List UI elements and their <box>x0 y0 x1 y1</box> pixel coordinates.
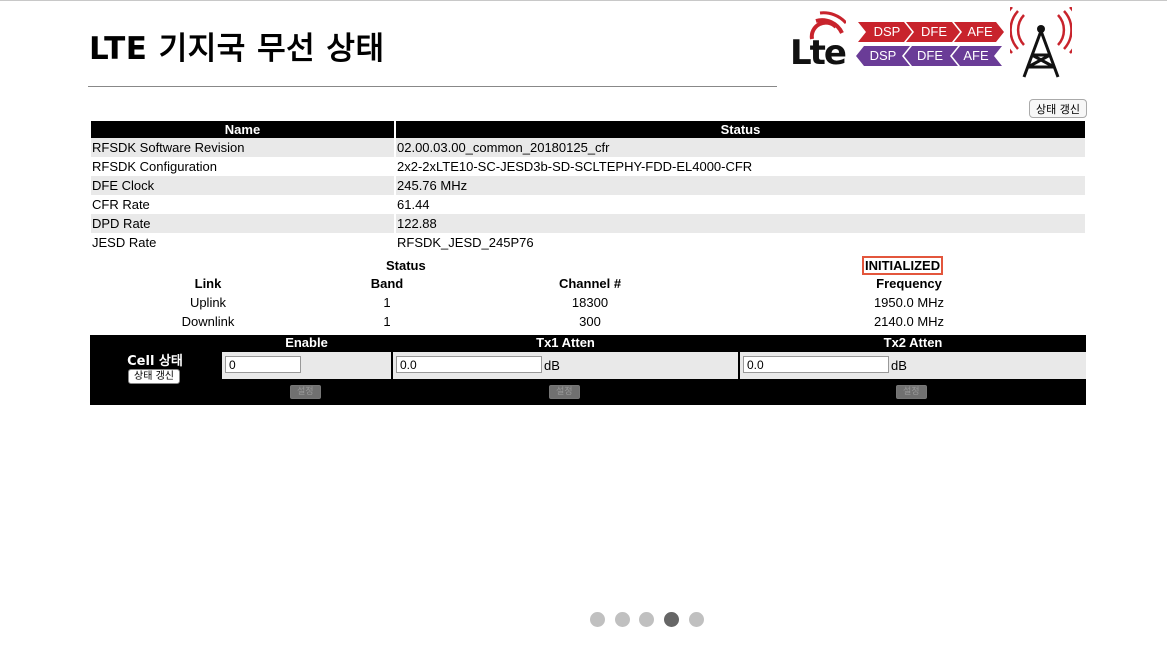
channel-cell: 18300 <box>571 295 609 310</box>
table-row: JESD Rate RFSDK_JESD_245P76 <box>91 233 1085 252</box>
page-dot-active[interactable] <box>664 612 679 627</box>
title-divider <box>88 86 777 87</box>
tx1-atten-row: dB <box>393 352 738 379</box>
row-name: DPD Rate <box>91 214 394 233</box>
column-header-name: Name <box>91 121 394 138</box>
tx2-atten-header: Tx2 Atten <box>883 335 943 350</box>
page-dot[interactable] <box>639 612 654 627</box>
row-name: JESD Rate <box>92 235 157 250</box>
row-name: RFSDK Software Revision <box>91 138 394 157</box>
page-title: LTE 기지국 무선 상태 <box>89 31 385 67</box>
link-cell: Downlink <box>181 314 235 329</box>
tx1-atten-column: Tx1 Atten dB 설정 <box>393 335 738 405</box>
page-dot[interactable] <box>689 612 704 627</box>
tx1-atten-input[interactable] <box>396 356 542 373</box>
row-name: RFSDK Configuration <box>92 159 217 174</box>
link-cell: Uplink <box>189 295 227 310</box>
column-header-frequency: Frequency <box>876 276 942 291</box>
table-row: DFE Clock 245.76 MHz <box>91 176 1085 195</box>
lte-logo-text: Lte <box>790 33 847 73</box>
enable-set-button[interactable]: 설정 <box>290 385 321 399</box>
tx2-atten-unit: dB <box>891 358 907 373</box>
chevron-bottom-3: AFE <box>963 48 989 63</box>
chevron-top-2: DFE <box>921 24 947 39</box>
enable-header: Enable <box>285 335 328 350</box>
table-row: RFSDK Software Revision 02.00.03.00_comm… <box>91 138 1085 157</box>
enable-row <box>222 352 391 379</box>
row-value: 2x2-2xLTE10-SC-JESD3b-SD-SCLTEPHY-FDD-EL… <box>397 159 753 174</box>
column-header-channel: Channel # <box>558 276 622 291</box>
tx1-atten-header: Tx1 Atten <box>536 335 595 350</box>
row-value: 122.88 <box>396 214 1085 233</box>
rf-info-table: Name Status RFSDK Software Revision 02.0… <box>89 121 1087 252</box>
row-value: 61.44 <box>397 197 430 212</box>
column-header-band: Band <box>370 276 404 291</box>
row-value: RFSDK_JESD_245P76 <box>397 235 534 250</box>
table-row: Downlink 1 300 2140.0 MHz <box>90 312 1086 331</box>
row-value: 02.00.03.00_common_20180125_cfr <box>396 138 1085 157</box>
tx1-atten-set-button[interactable]: 설정 <box>549 385 580 399</box>
band-cell: 1 <box>383 295 391 310</box>
table-row: Uplink 1 18300 1950.0 MHz <box>90 293 1086 312</box>
row-value: 245.76 MHz <box>396 176 1085 195</box>
status-badge: INITIALIZED <box>862 256 944 275</box>
lte-logo: Lte DSP DFE AFE DSP DFE AFE <box>788 7 1078 83</box>
table-row: RFSDK Configuration 2x2-2xLTE10-SC-JESD3… <box>91 157 1085 176</box>
table-row: DPD Rate 122.88 <box>91 214 1085 233</box>
column-header-link: Link <box>194 276 222 291</box>
link-status-label: Status <box>386 258 426 273</box>
frequency-cell: 2140.0 MHz <box>873 314 945 329</box>
row-name: CFR Rate <box>92 197 150 212</box>
frequency-cell: 1950.0 MHz <box>873 295 945 310</box>
cell-status-label: Cell 상태 <box>127 354 183 369</box>
refresh-status-button[interactable]: 상태 갱신 <box>1029 99 1087 118</box>
band-cell: 1 <box>383 314 391 329</box>
chevron-bottom-1: DSP <box>869 48 897 63</box>
tx2-atten-input[interactable] <box>743 356 889 373</box>
radio-tower-icon <box>1010 7 1072 78</box>
tx2-atten-column: Tx2 Atten dB 설정 <box>740 335 1086 405</box>
cell-status-section: Cell 상태 상태 갱신 <box>90 335 220 405</box>
table-row: CFR Rate 61.44 <box>91 195 1085 214</box>
link-table: Link Band Channel # Frequency Uplink 1 1… <box>90 274 1086 331</box>
column-header-status: Status <box>396 121 1085 138</box>
chevron-top-1: DSP <box>873 24 901 39</box>
page-dot[interactable] <box>615 612 630 627</box>
cell-control-panel: Cell 상태 상태 갱신 Enable 설정 Tx1 Atten dB 설정 … <box>90 335 1086 405</box>
cell-refresh-button[interactable]: 상태 갱신 <box>128 369 180 384</box>
enable-column: Enable 설정 <box>222 335 391 405</box>
page-dot[interactable] <box>590 612 605 627</box>
tx1-atten-unit: dB <box>544 358 560 373</box>
chevron-top-3: AFE <box>967 24 993 39</box>
row-name: DFE Clock <box>91 176 394 195</box>
chevron-bottom-2: DFE <box>917 48 943 63</box>
enable-input[interactable] <box>225 356 301 373</box>
tx2-atten-row: dB <box>740 352 1086 379</box>
tx2-atten-set-button[interactable]: 설정 <box>896 385 927 399</box>
channel-cell: 300 <box>579 314 601 329</box>
